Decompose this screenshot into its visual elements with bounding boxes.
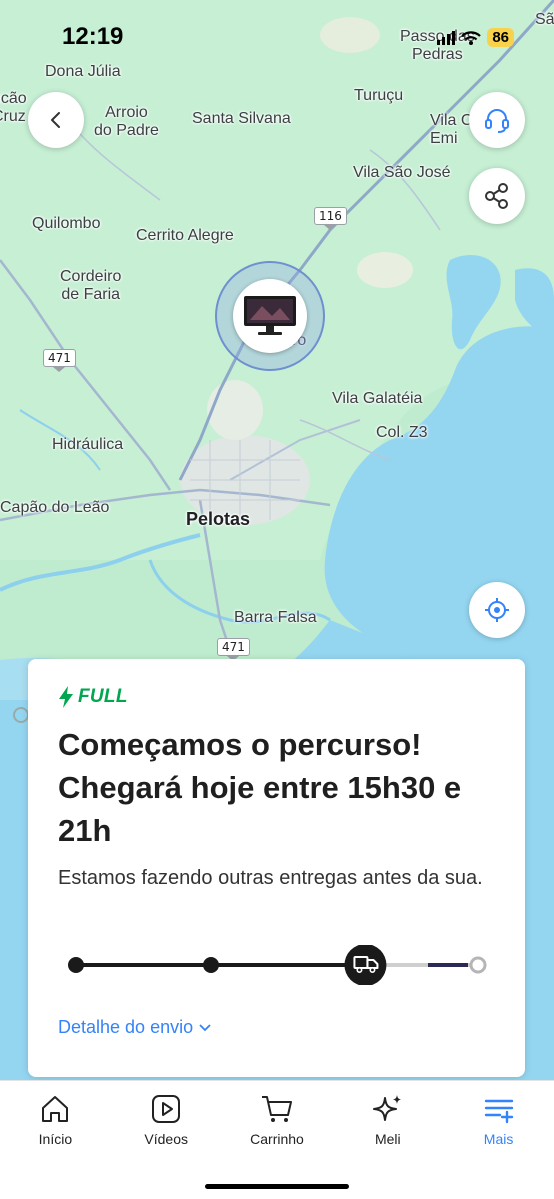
place-pelotas: Pelotas xyxy=(186,509,251,529)
home-indicator xyxy=(205,1184,349,1189)
monitor-thumbnail-icon xyxy=(244,296,296,335)
full-label: FULL xyxy=(78,686,128,707)
nav-label: Mais xyxy=(483,1131,514,1147)
back-button[interactable] xyxy=(28,92,84,148)
battery-badge: 86 xyxy=(487,28,514,47)
home-icon xyxy=(42,1096,69,1122)
chevron-down-icon xyxy=(199,1023,211,1031)
chevron-left-icon xyxy=(51,112,60,128)
truck-marker xyxy=(344,945,387,985)
place-cerrito-alegre: Cerrito Alegre xyxy=(136,227,234,244)
place-vila-sao-jose: Vila São José xyxy=(353,164,451,181)
target-location-icon xyxy=(485,598,509,622)
place-turucu: Turuçu xyxy=(354,87,404,104)
delivery-status-card: FULL Começamos o percurso! Chegará hoje … xyxy=(28,659,525,1077)
menu-plus-icon xyxy=(484,1099,513,1124)
nav-label: Meli xyxy=(374,1131,401,1147)
status-icons: 86 xyxy=(437,28,514,47)
place-santa-silvana: Santa Silvana xyxy=(192,110,291,127)
nav-label: Vídeos xyxy=(144,1131,188,1147)
shipment-detail-link[interactable]: Detalhe do envio xyxy=(58,1017,211,1038)
progress-step-pending xyxy=(469,956,487,974)
progress-step-done xyxy=(68,957,84,973)
nav-item-meli[interactable]: Meli xyxy=(332,1081,443,1199)
nav-item-mais[interactable]: Mais xyxy=(443,1081,554,1199)
status-time: 12:19 xyxy=(62,23,124,50)
place-col-z3: Col. Z3 xyxy=(376,424,428,441)
place-cordeiro-de-faria: Cordeiro de Faria xyxy=(60,268,122,303)
full-badge: FULL xyxy=(58,686,128,708)
shipment-progress xyxy=(68,945,487,985)
place-vila-emi: Vila C Emi xyxy=(430,112,473,147)
place-quilombo: Quilombo xyxy=(32,215,101,232)
nav-item-inicio[interactable]: Início xyxy=(0,1081,111,1199)
place-hidraulica: Hidráulica xyxy=(52,436,124,453)
cart-icon xyxy=(261,1096,292,1122)
nav-item-carrinho[interactable]: Carrinho xyxy=(222,1081,333,1199)
sparkle-icon xyxy=(372,1095,401,1121)
lightning-icon xyxy=(59,686,73,708)
video-icon xyxy=(152,1095,181,1123)
place-arroio-do-padre: Arroio do Padre xyxy=(94,104,159,139)
road-shield-471: 471 xyxy=(43,349,76,372)
signal-icon xyxy=(437,30,456,45)
package-marker[interactable] xyxy=(233,279,307,353)
delivery-title: Começamos o percurso! Chegará hoje entre… xyxy=(58,727,462,848)
place-capao-do-leao: Capão do Leão xyxy=(0,499,110,516)
share-icon xyxy=(485,183,508,209)
road-shield-116: 116 xyxy=(314,207,347,230)
nav-label: Início xyxy=(38,1131,73,1147)
share-button[interactable] xyxy=(469,168,525,224)
place-dona-julia: Dona Júlia xyxy=(45,63,121,80)
place-sa: Sã xyxy=(535,11,554,28)
nav-label: Carrinho xyxy=(250,1131,304,1147)
place-barra-falsa: Barra Falsa xyxy=(234,609,317,626)
place-conceicao: ncão Cruz xyxy=(0,90,27,125)
help-button[interactable] xyxy=(469,92,525,148)
road-shield-471: 471 xyxy=(217,638,250,661)
bottom-navigation: Início Vídeos Carrinho Meli Mais xyxy=(0,1080,554,1199)
progress-step-done xyxy=(203,957,219,973)
headset-icon xyxy=(485,109,509,133)
delivery-subtitle: Estamos fazendo outras entregas antes da… xyxy=(58,867,483,889)
wifi-icon xyxy=(461,30,482,45)
place-vila-galateia: Vila Galatéia xyxy=(332,390,423,407)
shipment-detail-label: Detalhe do envio xyxy=(58,1017,194,1037)
nav-item-videos[interactable]: Vídeos xyxy=(111,1081,222,1199)
recenter-button[interactable] xyxy=(469,582,525,638)
